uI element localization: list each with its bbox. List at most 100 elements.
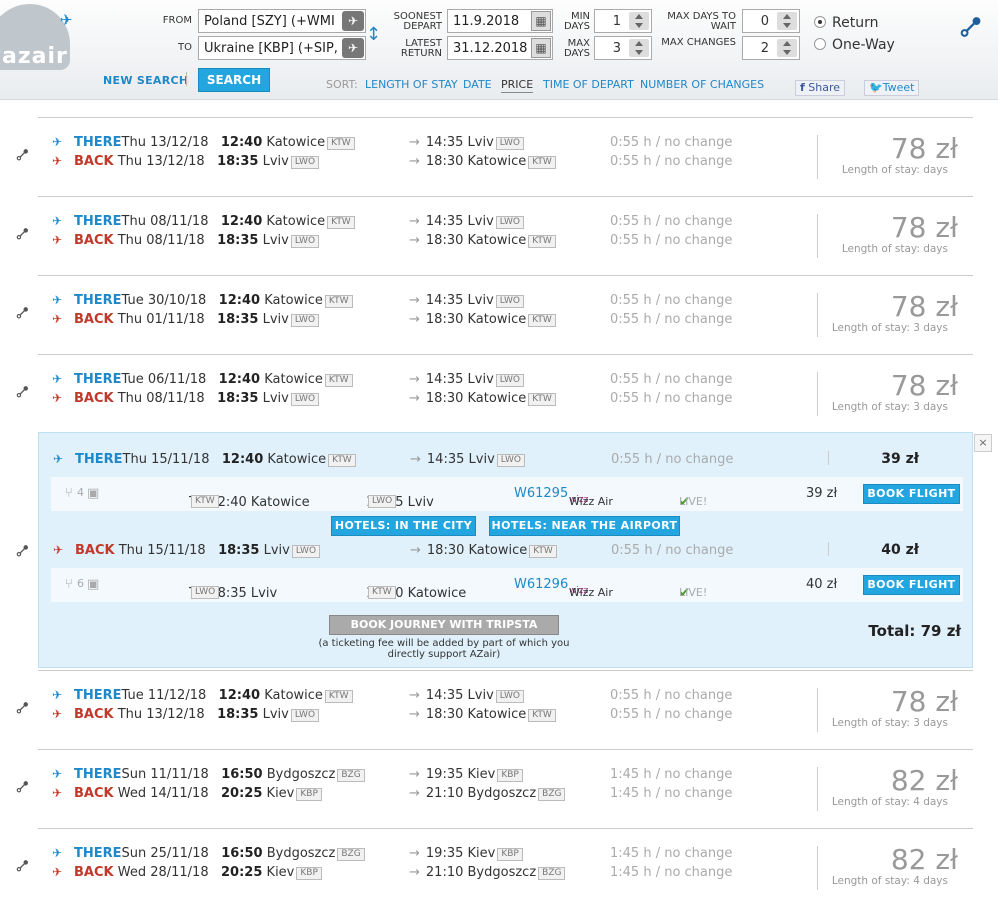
there-time: 12:40 <box>220 135 263 150</box>
permalink-icon[interactable]: ⊶ <box>10 379 35 404</box>
max-days-wait-label: MAX DAYS TO WAIT <box>667 11 736 32</box>
close-icon[interactable]: × <box>974 434 992 452</box>
from-input[interactable]: Poland [SZY] (+WMI <box>198 9 366 33</box>
back-arrival: → 21:10 Bydgoszcz BZG <box>409 786 566 801</box>
max-days-stepper[interactable]: 3 <box>594 36 652 60</box>
permalink-icon[interactable]: ⊶ <box>10 300 35 325</box>
airport-code: KBP <box>497 848 523 861</box>
spin-arrows-icon[interactable] <box>777 39 797 57</box>
back-duration: 0:55 h / no change <box>610 707 733 722</box>
permalink-icon[interactable]: ⊶ <box>10 695 35 720</box>
back-duration: 1:45 h / no change <box>610 865 733 880</box>
airport-code: KTW <box>328 454 356 467</box>
flight-number-link[interactable]: W61295 <box>514 486 568 501</box>
sort-length-of-stay[interactable]: LENGTH OF STAY <box>365 78 458 91</box>
one-way-radio[interactable]: One-Way <box>814 37 895 53</box>
result-row[interactable]: ✈ THEREThu 08/11/18 12:40 Katowice KTW → 14:… <box>38 196 973 274</box>
book-journey-tripsta-button[interactable]: BOOK JOURNEY WITH TRIPSTA <box>329 615 559 635</box>
calendar-icon[interactable]: ▦ <box>531 38 551 58</box>
back-to: Katowice <box>467 312 527 327</box>
back-date: Thu 13/12/18 <box>117 154 205 169</box>
plane-depart-icon: ✈ <box>53 452 64 466</box>
there-arr-time: 14:35 <box>425 214 464 229</box>
there-duration: 0:55 h / no change <box>611 452 734 467</box>
azair-logo[interactable]: azair ✈ <box>0 0 80 80</box>
hotels-in-city-button[interactable]: HOTELS: IN THE CITY <box>331 516 476 536</box>
sort-label: SORT: <box>326 78 358 91</box>
airport-code: KTW <box>327 216 355 229</box>
arrow-icon: → <box>409 372 420 387</box>
there-to: Lviv <box>468 452 495 467</box>
back-label: BACK <box>74 391 114 406</box>
tweet-button[interactable]: 🐦Tweet <box>864 80 920 96</box>
sort-price[interactable]: PRICE <box>501 78 534 93</box>
airport-code: KTW <box>324 295 353 308</box>
radio-empty-icon <box>814 38 826 50</box>
airport-picker-icon[interactable]: ✈ <box>342 38 364 58</box>
facebook-share-button[interactable]: f Share <box>795 80 846 96</box>
plane-icon: ✈ <box>60 11 73 29</box>
result-row[interactable]: ✈ THERESun 11/11/18 16:50 Bydgoszcz BZG → 19… <box>38 749 973 827</box>
plane-depart-icon: ✈ <box>52 846 63 860</box>
back-duration: 0:55 h / no change <box>610 233 733 248</box>
length-of-stay: Length of stay: days <box>841 164 948 176</box>
swap-icon[interactable]: ↕ <box>366 24 381 45</box>
arrow-icon: → <box>410 452 421 467</box>
sort-date[interactable]: DATE <box>463 78 492 91</box>
back-from: Kiev <box>266 786 295 801</box>
there-arrival: → 14:35 Lviv LWO <box>409 214 524 229</box>
max-days-wait-value: 0 <box>760 14 769 29</box>
there-label: THERE <box>75 452 123 467</box>
permalink-icon[interactable]: ⊶ <box>10 774 35 799</box>
airport-code: LWO <box>495 690 524 703</box>
from-label: FROM <box>162 15 192 26</box>
max-days-wait-stepper[interactable]: 0 <box>742 9 800 33</box>
sort-number-of-changes[interactable]: NUMBER OF CHANGES <box>640 78 764 91</box>
new-search-link[interactable]: NEW SEARCH <box>103 74 188 87</box>
hotels-near-airport-button[interactable]: HOTELS: NEAR THE AIRPORT <box>489 516 680 536</box>
sort-time-of-depart[interactable]: TIME OF DEPART <box>543 78 634 91</box>
there-duration: 0:55 h / no change <box>610 135 733 150</box>
spin-arrows-icon[interactable] <box>629 12 649 30</box>
there-from: Katowice <box>264 688 323 703</box>
there-from: Katowice <box>266 214 326 229</box>
spin-arrows-icon[interactable] <box>777 12 797 30</box>
result-row[interactable]: ✈ THERESun 25/11/18 16:50 Bydgoszcz BZG → 19… <box>38 828 973 906</box>
back-time: 18:35 <box>217 312 259 327</box>
spin-arrows-icon[interactable] <box>629 39 649 57</box>
calendar-icon[interactable]: ▦ <box>531 11 551 31</box>
book-flight-button[interactable]: BOOK FLIGHT <box>863 484 960 504</box>
airport-code: BZG <box>538 788 566 801</box>
there-arr-time: 14:35 <box>425 372 464 387</box>
search-button[interactable]: SEARCH <box>198 68 270 92</box>
permalink-chain-icon[interactable]: ⊶ <box>948 5 991 48</box>
result-row[interactable]: ✈ THERETue 11/12/18 12:40 Katowice KTW → 14:… <box>38 670 973 748</box>
there-date: Tue 06/11/18 <box>121 372 207 387</box>
there-from: Bydgoszcz <box>266 767 336 782</box>
length-of-stay: Length of stay: 4 days <box>831 875 948 887</box>
back-date: Thu 01/11/18 <box>117 312 205 327</box>
book-flight-button[interactable]: BOOK FLIGHT <box>863 575 960 595</box>
permalink-icon[interactable]: ⊶ <box>10 538 35 563</box>
there-arrival: → 14:35 Lviv LWO <box>409 372 524 387</box>
to-input[interactable]: Ukraine [KBP] (+SIP, <box>198 36 366 60</box>
result-row[interactable]: ✈ THERETue 06/11/18 12:40 Katowice KTW → 14:… <box>38 354 973 432</box>
flight-number-link[interactable]: W61296 <box>514 577 568 592</box>
there-label: THERE <box>74 688 122 703</box>
return-radio[interactable]: Return <box>814 15 878 31</box>
result-row[interactable]: ✈ THEREThu 13/12/18 12:40 Katowice KTW → 14:… <box>38 117 973 195</box>
length-of-stay: Length of stay: 4 days <box>831 796 948 808</box>
result-row[interactable]: ✈ THERETue 30/10/18 12:40 Katowice KTW → 14:… <box>38 275 973 353</box>
there-duration: 0:55 h / no change <box>610 372 733 387</box>
back-flight-detail: ⑂ 6 ▣ Th 18:35 Lviv LWO 18:30 Katowice KTW… <box>51 568 963 602</box>
permalink-icon[interactable]: ⊶ <box>10 221 35 246</box>
permalink-icon[interactable]: ⊶ <box>10 853 35 878</box>
permalink-icon[interactable]: ⊶ <box>10 142 35 167</box>
max-changes-stepper[interactable]: 2 <box>742 36 800 60</box>
expanded-result: ✈ THEREThu 15/11/18 12:40 Katowice KTW → 14… <box>38 432 973 668</box>
arrow-icon: → <box>409 233 420 248</box>
back-duration: 1:45 h / no change <box>610 786 733 801</box>
min-days-stepper[interactable]: 1 <box>594 9 652 33</box>
airport-picker-icon[interactable]: ✈ <box>342 11 364 31</box>
airport-code: BZG <box>337 848 365 861</box>
